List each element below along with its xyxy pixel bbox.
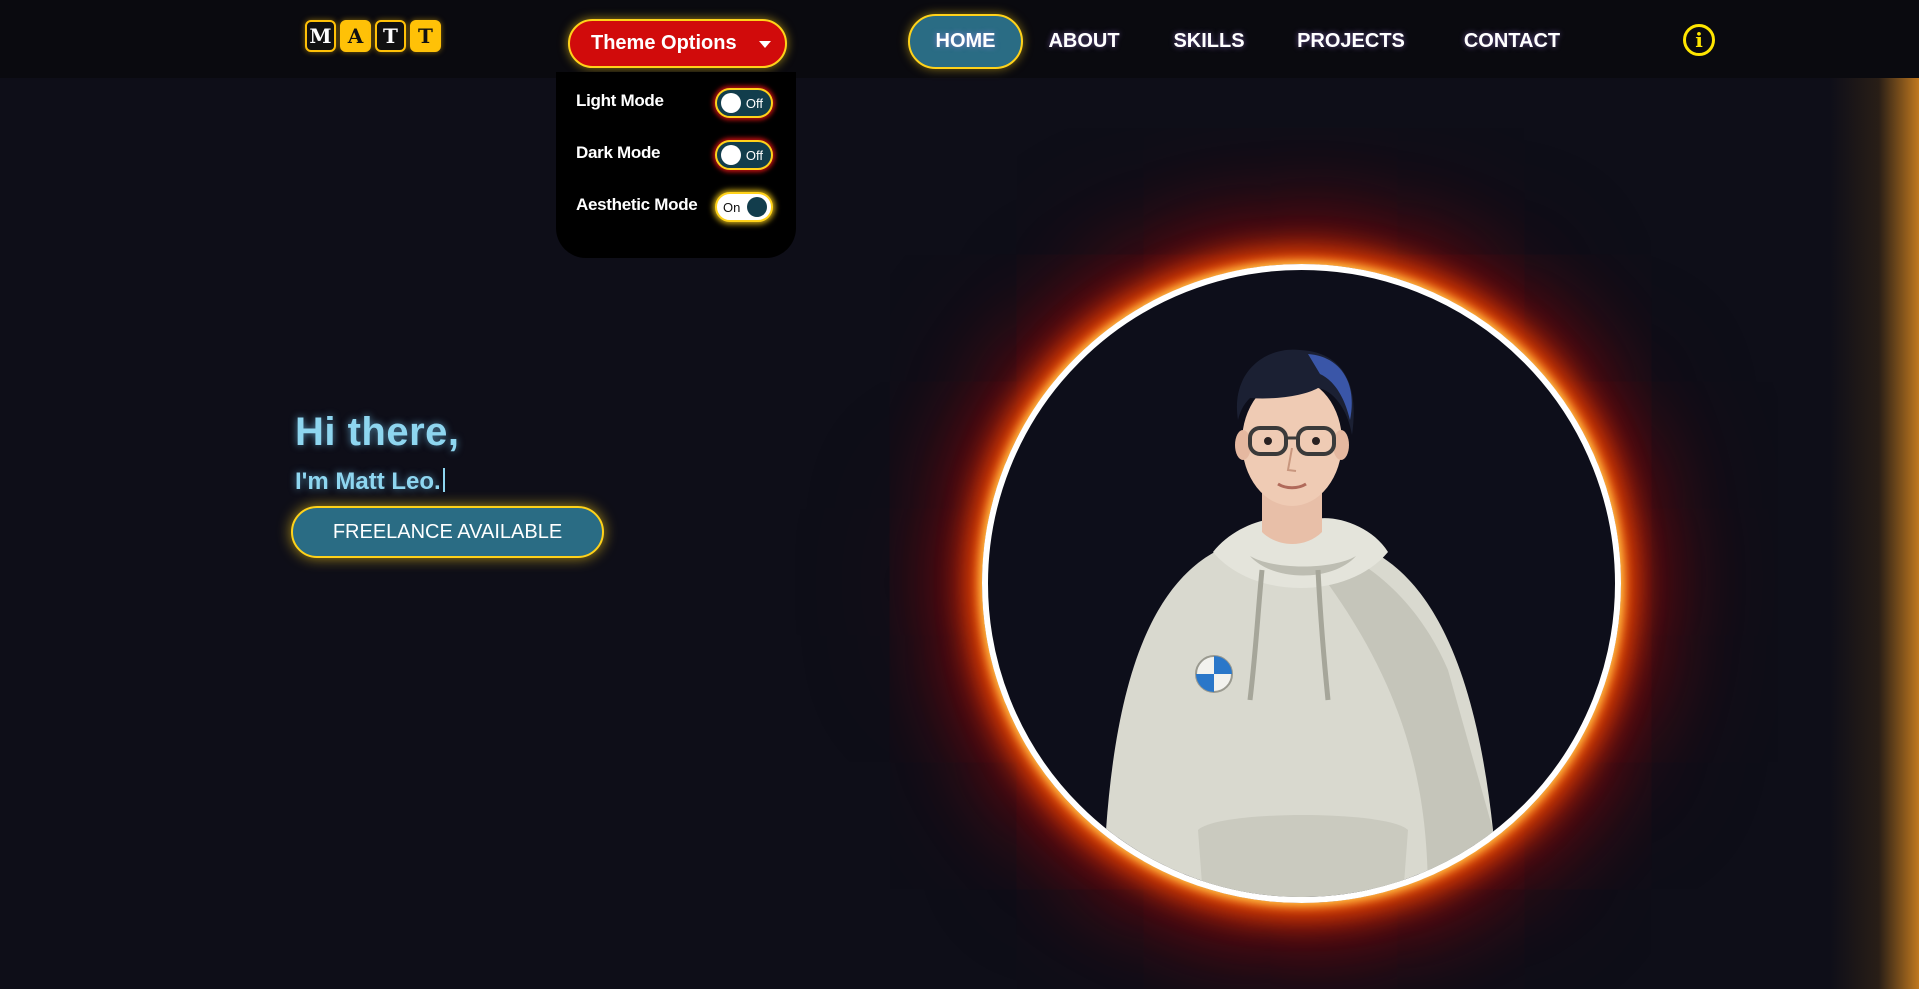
theme-option-label: Light Mode: [576, 91, 664, 110]
right-edge-glow: [1829, 0, 1919, 989]
avatar: [982, 264, 1621, 903]
nav-skills[interactable]: SKILLS: [1160, 14, 1258, 69]
toggle-knob: [747, 197, 767, 217]
toggle-state: On: [723, 200, 741, 215]
info-icon[interactable]: i: [1683, 24, 1715, 56]
aesthetic-mode-toggle[interactable]: On: [715, 192, 773, 222]
hero-greeting: Hi there,: [295, 410, 460, 454]
nav-projects[interactable]: PROJECTS: [1290, 14, 1412, 69]
logo-letter: T: [375, 20, 406, 52]
hero-name: I'm Matt Leo.: [295, 468, 445, 496]
avatar-illustration: [1106, 349, 1493, 897]
typing-cursor: [442, 468, 445, 492]
theme-option-label: Aesthetic Mode: [576, 195, 698, 214]
theme-option-light: Light Mode: [576, 86, 664, 116]
theme-option-dark: Dark Mode: [576, 138, 661, 168]
nav-contact[interactable]: CONTACT: [1450, 14, 1574, 69]
theme-option-label: Dark Mode: [576, 143, 661, 162]
theme-options-menu: Light Mode Off Dark Mode Off Aesthetic M…: [556, 72, 796, 258]
nav-home[interactable]: HOME: [908, 14, 1023, 69]
logo-letter: T: [410, 20, 441, 52]
logo[interactable]: M A T T: [305, 20, 441, 52]
logo-letter: M: [305, 20, 336, 52]
caret-down-icon: [759, 41, 771, 48]
nav-about[interactable]: ABOUT: [1040, 14, 1128, 69]
toggle-knob: [721, 93, 741, 113]
freelance-available-button[interactable]: FREELANCE AVAILABLE: [291, 506, 604, 558]
theme-option-aesthetic: Aesthetic Mode: [576, 190, 698, 220]
logo-letter: A: [340, 20, 371, 52]
theme-options-label: Theme Options: [591, 32, 737, 54]
hero-name-text: I'm Matt Leo.: [295, 468, 441, 495]
theme-options-button[interactable]: Theme Options: [568, 19, 787, 68]
toggle-knob: [721, 145, 741, 165]
toggle-state: Off: [745, 148, 763, 163]
toggle-state: Off: [745, 96, 763, 111]
navbar: M A T T Theme Options HOME ABOUT SKILLS …: [0, 0, 1919, 78]
light-mode-toggle[interactable]: Off: [715, 88, 773, 118]
dark-mode-toggle[interactable]: Off: [715, 140, 773, 170]
